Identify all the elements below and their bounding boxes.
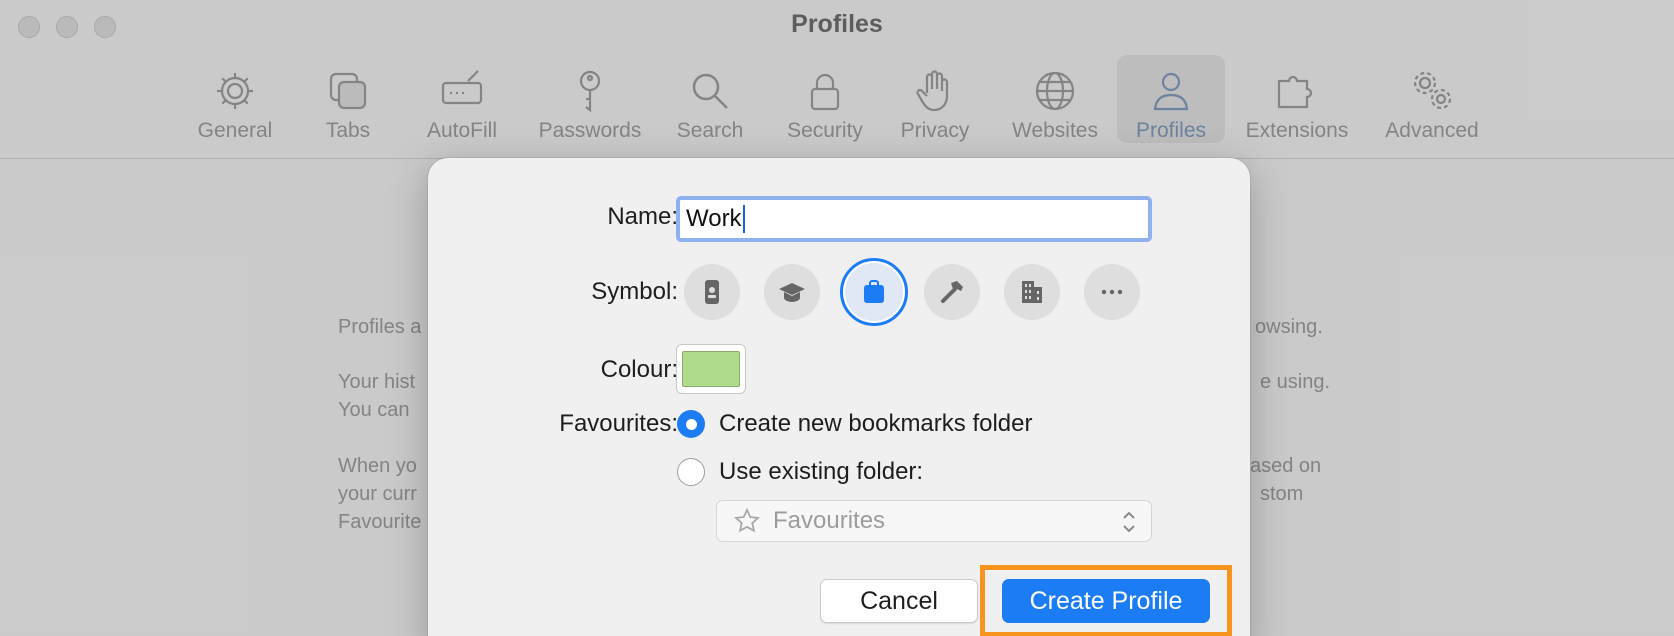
- profile-name-input[interactable]: Work: [676, 196, 1152, 242]
- tab-advanced[interactable]: Advanced: [1370, 55, 1494, 143]
- preferences-toolbar: General Tabs AutoFill Passwords Search S…: [0, 55, 1674, 160]
- background-text: You can: [338, 399, 410, 421]
- building-icon: [1022, 281, 1042, 303]
- graduation-cap-icon: [779, 283, 805, 302]
- colour-swatch: [682, 351, 740, 387]
- id-badge-icon: [705, 280, 719, 304]
- gear-icon: [217, 73, 253, 109]
- tab-search[interactable]: Search: [665, 55, 755, 143]
- symbol-option-briefcase[interactable]: [840, 258, 908, 326]
- background-text: ased on: [1250, 455, 1322, 477]
- hammer-icon: [941, 281, 963, 303]
- radio-label: Create new bookmarks folder: [719, 410, 1033, 437]
- tab-label: Passwords: [538, 119, 642, 142]
- tabs-icon: [329, 72, 367, 110]
- tab-label: General: [197, 119, 273, 142]
- symbol-option-id-badge[interactable]: [684, 264, 740, 320]
- tab-security[interactable]: Security: [775, 55, 875, 143]
- background-text: Profiles a: [338, 316, 422, 338]
- background-text: e using.: [1260, 371, 1331, 393]
- favourites-label: Favourites:: [559, 410, 678, 437]
- gears-icon: [1413, 71, 1452, 110]
- tab-label: Tabs: [325, 119, 371, 142]
- select-value: Favourites: [773, 507, 886, 534]
- background-text: owsing.: [1255, 316, 1323, 338]
- tab-profiles[interactable]: Profiles: [1117, 55, 1225, 143]
- symbol-option-graduation-cap[interactable]: [764, 264, 820, 320]
- radio-dot: [685, 418, 697, 430]
- search-icon: [692, 73, 728, 109]
- radio-label: Use existing folder:: [719, 458, 924, 485]
- tab-label: Advanced: [1385, 119, 1479, 142]
- more-icon: [1101, 289, 1123, 295]
- tab-label: Profiles: [1135, 119, 1207, 142]
- background-text: Your hist: [338, 371, 416, 393]
- tab-passwords[interactable]: Passwords: [525, 55, 655, 143]
- radio-create-new-folder[interactable]: Create new bookmarks folder: [677, 410, 1032, 438]
- text-caret: [742, 205, 745, 233]
- existing-folder-select[interactable]: Favourites: [716, 500, 1152, 542]
- lock-icon: [810, 73, 840, 111]
- create-profile-button[interactable]: Create Profile: [1002, 579, 1210, 623]
- puzzle-icon: [1277, 75, 1313, 109]
- star-icon: [733, 507, 761, 533]
- tab-general[interactable]: General: [190, 55, 280, 143]
- name-label: Name:: [607, 203, 678, 230]
- radio-use-existing-folder[interactable]: Use existing folder:: [677, 458, 923, 486]
- tab-label: AutoFill: [426, 119, 498, 142]
- radio-button-selected[interactable]: [677, 410, 705, 438]
- tab-label: Search: [676, 119, 744, 142]
- hand-icon: [916, 70, 949, 112]
- person-icon: [1153, 72, 1189, 111]
- cancel-button[interactable]: Cancel: [820, 579, 978, 623]
- tab-label: Websites: [1012, 119, 1098, 142]
- background-text: stom: [1260, 483, 1304, 505]
- tab-label: Privacy: [900, 119, 970, 142]
- background-text: Favourite: [338, 511, 422, 533]
- colour-well[interactable]: [676, 344, 746, 394]
- tab-tabs[interactable]: Tabs: [308, 55, 388, 143]
- chevron-updown-icon: [1123, 511, 1135, 533]
- tab-autofill[interactable]: AutoFill: [412, 55, 512, 143]
- window-title: Profiles: [791, 10, 883, 38]
- radio-button-unselected[interactable]: [677, 458, 705, 486]
- tab-privacy[interactable]: Privacy: [890, 55, 980, 143]
- tab-websites[interactable]: Websites: [995, 55, 1115, 143]
- colour-label: Colour:: [600, 356, 678, 383]
- background-text: your curr: [338, 483, 417, 505]
- briefcase-icon: [864, 280, 884, 303]
- symbol-option-more[interactable]: [1084, 264, 1140, 320]
- new-profile-sheet: Name: Work Symbol: Colour: Favourites: C…: [428, 158, 1250, 636]
- profile-name-value: Work: [686, 205, 742, 232]
- tab-extensions[interactable]: Extensions: [1232, 55, 1362, 143]
- background-text: When yo: [338, 455, 417, 477]
- symbol-label: Symbol:: [591, 278, 678, 305]
- autofill-icon: [441, 70, 483, 105]
- symbol-option-hammer[interactable]: [924, 264, 980, 320]
- tab-label: Extensions: [1245, 119, 1349, 142]
- key-icon: [579, 70, 601, 113]
- tab-label: Security: [787, 119, 863, 142]
- symbol-option-building[interactable]: [1004, 264, 1060, 320]
- globe-icon: [1035, 71, 1075, 111]
- selected-symbol-ring: [845, 263, 903, 321]
